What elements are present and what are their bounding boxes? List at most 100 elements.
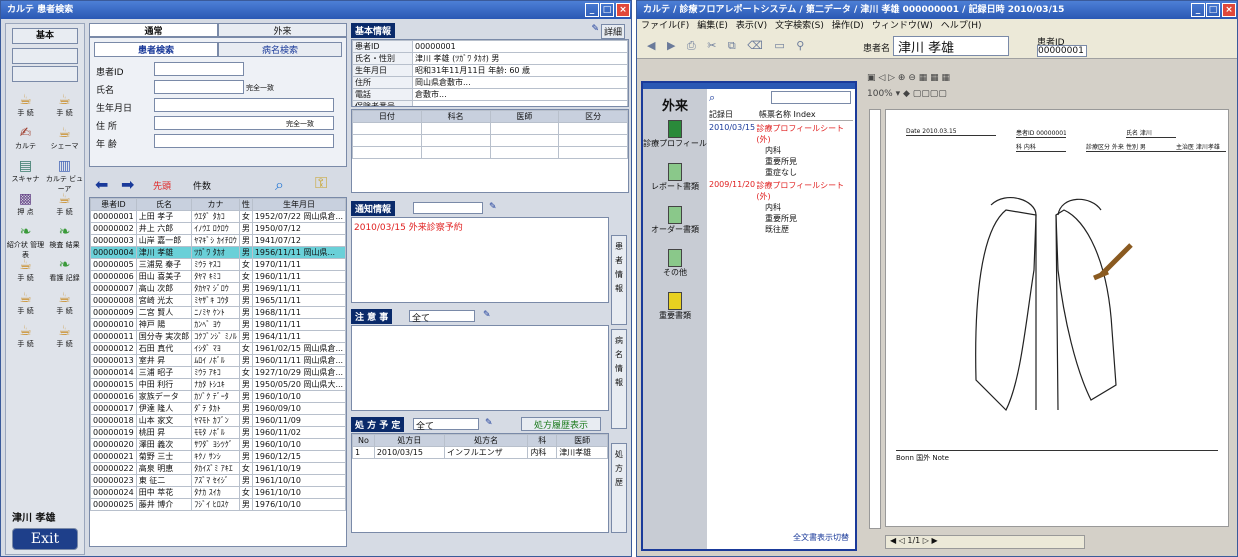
zoom-value[interactable]: 100% xyxy=(867,89,893,99)
tab-disease-search[interactable]: 病名検索 xyxy=(218,42,342,57)
search-field-input[interactable] xyxy=(154,98,334,112)
close-button[interactable]: × xyxy=(1222,3,1236,17)
nav-icon-button[interactable]: ☕ 手 続 xyxy=(6,323,45,354)
visit-column-header[interactable]: 科名 xyxy=(420,110,491,123)
table-row[interactable]: 00000024 田中 萃花 ﾀﾅｶ ｽｲｶ女 1961/10/10 xyxy=(90,486,346,499)
table-row[interactable]: 00000008 宮崎 光太 ﾐﾔｻﾞｷ ｺｳﾀ男 1965/11/11 xyxy=(90,294,346,307)
table-row[interactable]: 00000012 石田 真代 ｲｼﾀﾞ ﾏﾖ女 1961/02/15 岡山県倉... xyxy=(90,342,346,355)
exact-match-checkbox[interactable]: 完全一致 xyxy=(286,119,314,129)
exit-button[interactable]: Exit xyxy=(12,528,78,550)
category-item[interactable]: オーダー書類 xyxy=(643,206,707,235)
nav-icon-button[interactable]: ☕ シェーマ xyxy=(45,125,84,156)
table-row[interactable]: 00000020 澤田 義次 ｻﾜﾀﾞ ﾖｼﾂｸﾞ男 1960/10/10 xyxy=(90,438,346,451)
nav-top-button-basic[interactable]: 基本 xyxy=(12,28,78,44)
tab-outpatient[interactable]: 外来 xyxy=(218,23,347,37)
nav-icon-button[interactable]: ❧ 検査 結果 xyxy=(45,224,84,255)
nav-icon-button[interactable]: ☕ 手 続 xyxy=(45,191,84,222)
table-row[interactable]: 00000023 東 征二 ｱｽﾞﾏ ｾｲｼﾞ男 1961/10/10 xyxy=(90,474,346,487)
menu-item[interactable]: 文字検索(S) xyxy=(775,21,824,31)
list-footer[interactable]: 全文書表示切替 xyxy=(793,532,849,543)
nav-icon-button[interactable]: ☕ 手 続 xyxy=(45,290,84,321)
menu-item[interactable]: ファイル(F) xyxy=(641,21,689,31)
minimize-button[interactable]: _ xyxy=(585,3,599,17)
order-history-button[interactable]: 処方履歴表示 xyxy=(521,417,601,431)
order-column-header[interactable]: 処方名 xyxy=(443,434,529,447)
minimize-button[interactable]: _ xyxy=(1191,3,1205,17)
nav-top-button-2[interactable] xyxy=(12,48,78,64)
table-row[interactable]: 00000005 三浦晃 秦子 ﾐｳﾗ ﾔｽｺ女 1970/11/11 xyxy=(90,258,346,271)
order-column-header[interactable]: 処方日 xyxy=(373,434,445,447)
tab-normal[interactable]: 通常 xyxy=(89,23,218,37)
table-row[interactable]: 00000004 津川 孝雄 ﾂｶﾞﾜ ﾀｶｵ男 1956/11/11 岡山県... xyxy=(90,246,346,259)
table-row[interactable]: 00000019 桃田 昇ﾓﾓﾀ ﾉﾎﾞﾙ男 1960/11/02 xyxy=(90,426,346,439)
filter-select[interactable] xyxy=(771,91,851,104)
order-column-header[interactable]: 医師 xyxy=(556,434,608,447)
menu-item[interactable]: 表示(V) xyxy=(736,21,767,31)
close-button[interactable]: × xyxy=(616,3,630,17)
table-row[interactable]: 00000011 国分寺 実次郎 ｺｸﾌﾞﾝｼﾞ ﾐﾉﾙ男 1964/11/11 xyxy=(90,330,346,343)
search-icon[interactable]: ⌕ xyxy=(709,91,715,104)
pencil-icon[interactable]: ✎ xyxy=(489,202,497,212)
nav-icon-button[interactable]: ☕ 手 続 xyxy=(45,92,84,123)
category-item[interactable]: 重要書類 xyxy=(643,292,707,321)
exact-match-checkbox[interactable]: 完全一致 xyxy=(246,83,274,93)
forward-arrow-icon[interactable]: ➡ xyxy=(121,175,134,194)
zoom-bar[interactable]: 100% ▾ ◆ ▢▢▢▢ xyxy=(863,89,1235,103)
back-arrow-icon[interactable]: ⬅ xyxy=(95,175,108,194)
nav-icon-button[interactable]: ▤ スキャナ xyxy=(6,158,45,189)
pencil-icon[interactable]: ✎ xyxy=(485,418,493,428)
page-nav-bar[interactable]: ◀ ◁ 1/1 ▷ ▶ xyxy=(885,535,1085,549)
table-row[interactable]: 00000014 三浦 昭子 ﾐｳﾗ ｱｷｺ女 1927/10/29 岡山県倉... xyxy=(90,366,346,379)
nav-icon-button[interactable]: ❧ 紹介状 管理表 xyxy=(6,224,45,259)
nav-icon-button[interactable]: ☕ 手 続 xyxy=(6,290,45,321)
category-item[interactable]: その他 xyxy=(643,249,707,278)
table-row[interactable]: 00000018 山本 家文 ﾔﾏﾓﾄ ｶﾌﾞﾝ男 1960/11/09 xyxy=(90,414,346,427)
key-icon[interactable]: ⚿ xyxy=(315,173,327,193)
table-row[interactable]: 00000016 家族データ ｶｿﾞｸ ﾃﾞｰﾀ男 1960/10/10 xyxy=(90,390,346,403)
order-column-header[interactable]: No xyxy=(352,434,375,447)
nav-icon-button[interactable]: ☕ 手 続 xyxy=(6,92,45,123)
table-row[interactable]: 00000025 藤井 博介 ﾌｼﾞｲ ﾋﾛｽｹ男 1976/10/10 xyxy=(90,498,346,511)
table-row[interactable]: 00000021 菊野 三士 ｷｸﾉ ｻﾝｼ男 1960/12/15 xyxy=(90,450,346,463)
document-list-item[interactable]: 2010/03/15 診療プロフィールシート(外) 内科 重要所見 重症なし xyxy=(709,123,853,178)
table-row[interactable]: 00000022 高泉 明恵 ﾀｶｲｽﾞﾐ ｱｷｴ女 1961/10/19 xyxy=(90,462,346,475)
tab-patient-search[interactable]: 患者検索 xyxy=(94,42,218,57)
search-field-input[interactable] xyxy=(154,62,244,76)
category-item[interactable]: 診療プロフィール xyxy=(643,120,707,149)
menu-item[interactable]: 編集(E) xyxy=(697,21,728,31)
table-row[interactable]: 00000009 二宮 賢人 ﾆﾉﾐﾔ ｹﾝﾄ男 1968/11/11 xyxy=(90,306,346,319)
nav-icon-button[interactable]: ☕ 手 続 xyxy=(45,323,84,354)
menu-item[interactable]: 操作(D) xyxy=(832,21,864,31)
nav-icon-button[interactable]: ☕ 手 続 xyxy=(6,257,45,288)
document-list-item[interactable]: 2009/11/20 診療プロフィールシート(外) 内科 重要所見 既往歴 xyxy=(709,180,853,235)
order-select[interactable]: 全て xyxy=(413,418,479,432)
table-row[interactable]: 00000013 室井 昇ﾑﾛｲ ﾉﾎﾞﾙ男 1960/11/11 岡山県倉... xyxy=(90,354,346,367)
visit-column-header[interactable]: 区分 xyxy=(558,110,628,123)
side-tab[interactable]: 患者情報 xyxy=(611,235,627,325)
nav-icon-button[interactable]: ❧ 看護 記録 xyxy=(45,257,84,288)
toolbar-icons[interactable]: ◀ ▶ ⎙ ✂ ⧉ ⌫ ▭ ⚲ xyxy=(647,39,808,53)
maximize-button[interactable]: □ xyxy=(600,3,614,17)
visit-column-header[interactable]: 日付 xyxy=(352,110,422,123)
alert-select[interactable]: 全て xyxy=(409,310,475,324)
table-row[interactable]: 00000017 伊達 隆人 ﾀﾞﾃ ﾀｶﾄ男 1960/09/10 xyxy=(90,402,346,415)
table-row[interactable]: 00000006 田山 喜美子 ﾀﾔﾏ ｷﾐｺ女 1960/11/11 xyxy=(90,270,346,283)
table-row[interactable]: 00000003 山岸 嘉一郎 ﾔﾏｷﾞｼ ｶｲﾁﾛｳ男 1941/07/12 xyxy=(90,234,346,247)
visit-column-header[interactable]: 医師 xyxy=(489,110,560,123)
table-row[interactable]: 00000002 井上 六郎 ｲﾉｳｴ ﾛｸﾛｳ男 1950/07/12 xyxy=(90,222,346,235)
nav-icon-button[interactable]: ▩ 押 点 xyxy=(6,191,45,222)
nav-top-button-3[interactable] xyxy=(12,66,78,82)
search-field-input[interactable] xyxy=(154,134,334,148)
table-row[interactable]: 00000007 高山 次郎 ﾀｶﾔﾏ ｼﾞﾛｳ男 1969/11/11 xyxy=(90,282,346,295)
column-header[interactable]: 患者ID xyxy=(90,198,137,211)
menu-item[interactable]: ウィンドウ(W) xyxy=(872,21,933,31)
nav-icon-button[interactable]: ▥ カルテ ビューア xyxy=(45,158,84,193)
notice-select[interactable] xyxy=(413,202,483,214)
edit-button[interactable]: 詳細 xyxy=(601,24,625,39)
order-row[interactable]: 1 2010/03/15 インフルエンザ 内科 津川孝雄 xyxy=(352,446,608,459)
pencil-icon[interactable]: ✎ xyxy=(483,310,491,320)
order-column-header[interactable]: 科 xyxy=(527,434,558,447)
side-tab[interactable]: 処方歴 xyxy=(611,443,627,533)
menu-item[interactable]: ヘルプ(H) xyxy=(941,21,982,31)
pencil-icon[interactable]: ✎ xyxy=(591,24,599,34)
